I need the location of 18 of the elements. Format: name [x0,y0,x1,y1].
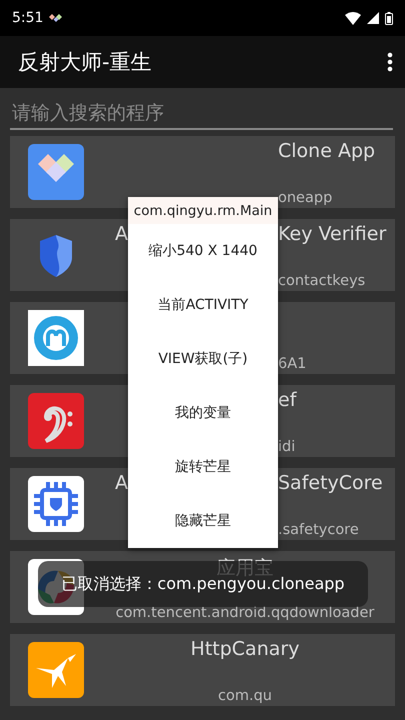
app-name: A [114,223,128,245]
app-name: SafetyCore [278,472,384,494]
package-name: contactkeys [278,273,366,289]
package-name: com.tencent.android.qqdownloader [116,605,374,621]
app-name: 应用宝 [216,556,274,579]
package-name: .safetycore [278,522,360,538]
menu-header: com.qingyu.rm.Main [128,197,278,224]
package-name: oneapp [278,190,334,206]
package-name: com.qu [218,688,272,704]
app-title: 反射大师-重生 [18,49,153,76]
app-name: HttpCanary [190,638,300,660]
status-time: 5:51 [12,10,44,26]
package-name: idi [278,439,296,455]
app-name: ef [278,389,298,411]
app-name: Clone App [278,140,376,162]
package-name: 6A1 [278,356,308,372]
app-name: A [114,472,128,494]
app-name: Key Verifier [278,223,388,245]
